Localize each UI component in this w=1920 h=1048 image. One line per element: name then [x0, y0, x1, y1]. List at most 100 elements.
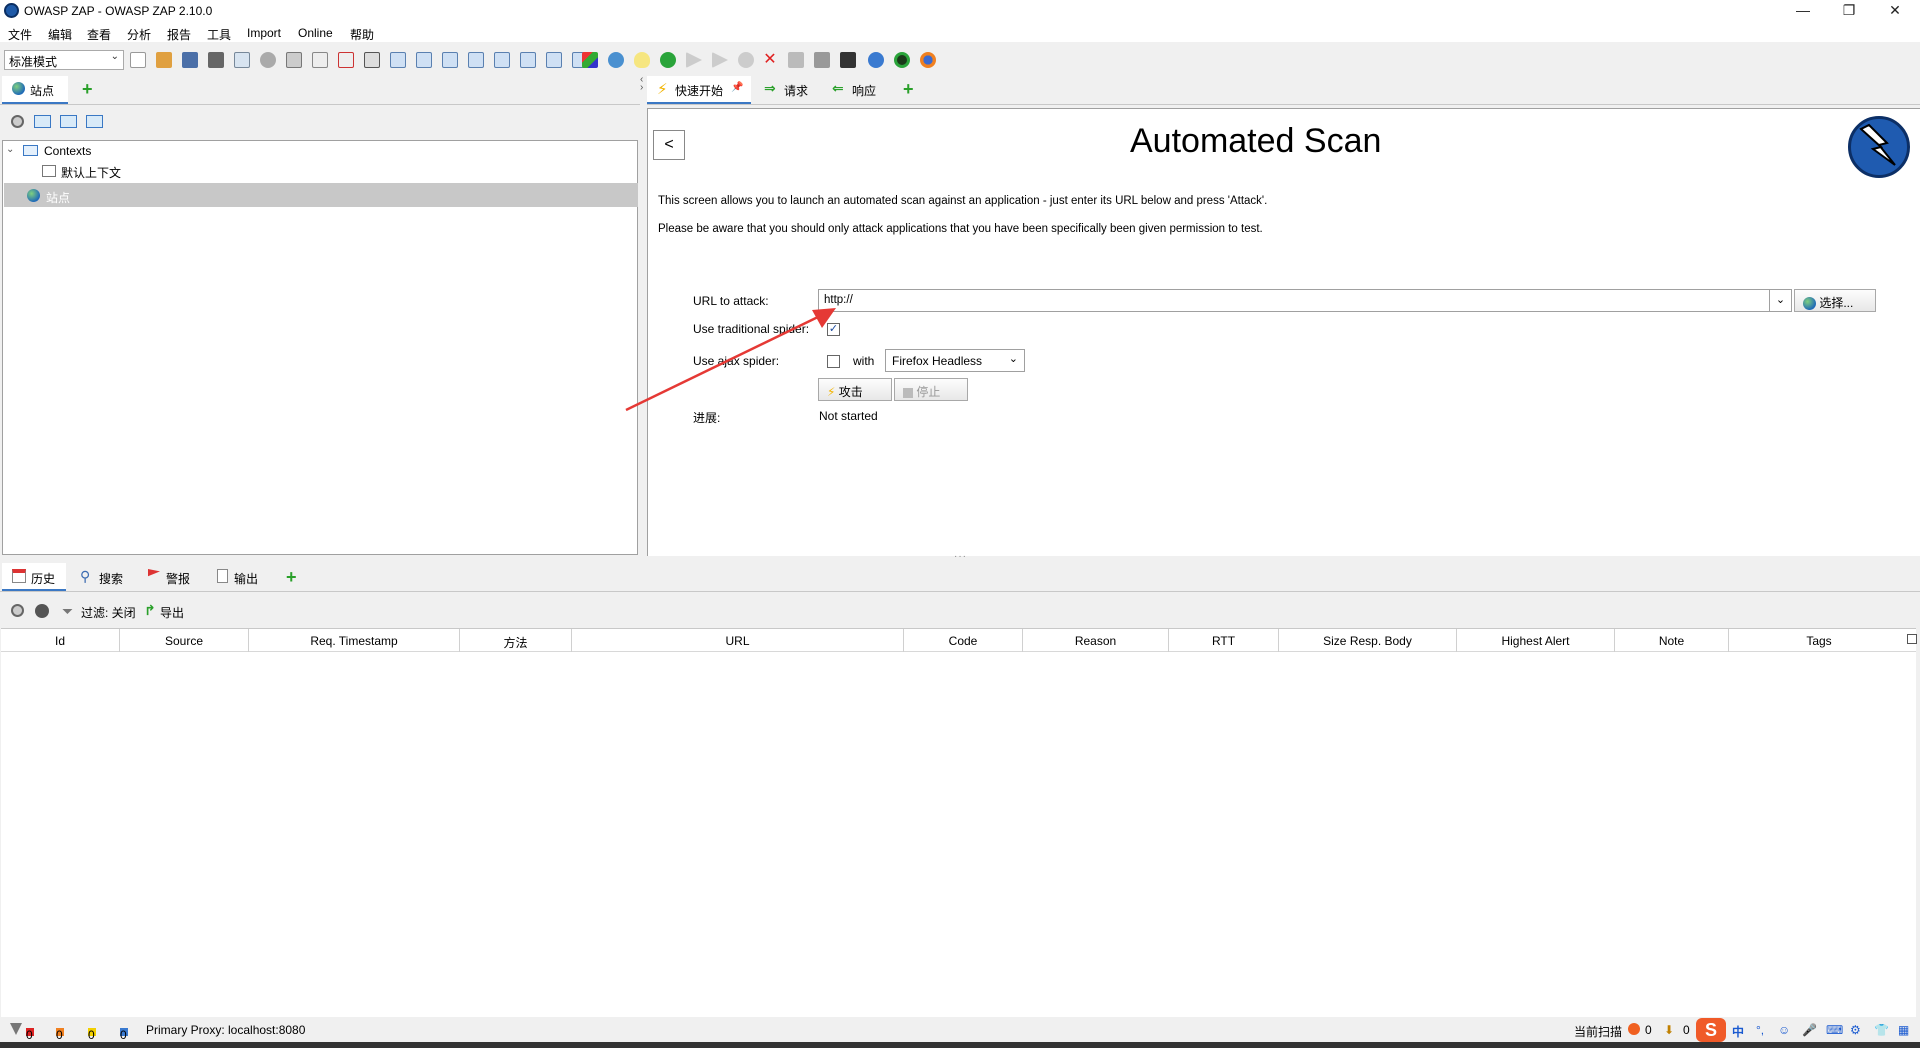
- menu-online[interactable]: Online: [298, 26, 333, 40]
- browser-select[interactable]: Firefox Headless ⌄: [885, 349, 1025, 372]
- column-code[interactable]: Code: [904, 634, 1022, 648]
- add-tab-icon[interactable]: +: [903, 80, 914, 98]
- menu-help[interactable]: 帮助: [350, 26, 374, 43]
- menu-report[interactable]: 报告: [167, 26, 191, 43]
- hud-icon[interactable]: [894, 52, 910, 68]
- stop-button[interactable]: 停止: [894, 378, 968, 401]
- delete-icon[interactable]: [338, 52, 354, 68]
- tab-response[interactable]: 响应: [852, 82, 876, 99]
- chevron-down-icon[interactable]: ⌄: [6, 144, 14, 155]
- layout-tabs-icon[interactable]: [416, 52, 432, 68]
- save-session-icon[interactable]: [182, 52, 198, 68]
- menu-edit[interactable]: 编辑: [48, 26, 72, 43]
- column-url[interactable]: URL: [572, 634, 903, 648]
- tree-contexts[interactable]: Contexts: [44, 144, 91, 158]
- column-chooser-icon[interactable]: [1907, 634, 1917, 644]
- help-icon[interactable]: [868, 52, 884, 68]
- chevron-down-icon[interactable]: ⌄: [1769, 290, 1791, 311]
- stop-icon[interactable]: [11, 604, 24, 617]
- tab-request[interactable]: 请求: [784, 82, 808, 99]
- tab-alerts[interactable]: 警报: [166, 570, 190, 587]
- filter-label[interactable]: 过滤: 关闭: [81, 604, 136, 621]
- show-tab-names-icon[interactable]: [520, 52, 536, 68]
- new-session-icon[interactable]: [130, 52, 146, 68]
- lightbulb-icon[interactable]: [634, 52, 650, 68]
- history-table-header: Id Source Req. Timestamp 方法 URL Code Rea…: [1, 628, 1917, 653]
- tree-default-context[interactable]: 默认上下文: [61, 164, 121, 181]
- column-id[interactable]: Id: [1, 634, 119, 648]
- add-break-icon[interactable]: [788, 52, 804, 68]
- menu-tools[interactable]: 工具: [207, 26, 231, 43]
- column-reason[interactable]: Reason: [1023, 634, 1168, 648]
- splitter-grip-icon[interactable]: ···: [954, 551, 967, 562]
- tab-output[interactable]: 输出: [234, 570, 258, 587]
- minimize-button[interactable]: —: [1780, 0, 1826, 22]
- layout-side-icon[interactable]: [442, 52, 458, 68]
- stop-icon[interactable]: [11, 115, 24, 128]
- snapshot-icon[interactable]: [208, 52, 224, 68]
- edit-icon[interactable]: [312, 52, 328, 68]
- toolbox-icon[interactable]: ⚙: [1850, 1023, 1861, 1037]
- filter-icon[interactable]: ⏷: [62, 603, 73, 620]
- emoji-icon[interactable]: ☺: [1778, 1023, 1790, 1037]
- microphone-icon[interactable]: 🎤: [1802, 1023, 1817, 1037]
- clear-breaks-icon[interactable]: ✕: [762, 52, 778, 68]
- layout-full-icon[interactable]: [390, 52, 406, 68]
- column-timestamp[interactable]: Req. Timestamp: [249, 634, 459, 648]
- export-icon[interactable]: [286, 52, 302, 68]
- url-input[interactable]: http:// ⌄: [818, 289, 1792, 312]
- column-source[interactable]: Source: [120, 634, 248, 648]
- break-all-icon[interactable]: [660, 52, 676, 68]
- download-icon: ⬇: [1664, 1023, 1675, 1037]
- pin-tabs-icon[interactable]: [546, 52, 562, 68]
- column-size[interactable]: Size Resp. Body: [1279, 634, 1456, 648]
- punctuation-icon[interactable]: °,: [1756, 1023, 1764, 1037]
- keyboard-icon[interactable]: ⌨: [1826, 1023, 1843, 1037]
- color-blocks-icon[interactable]: [582, 52, 598, 68]
- column-highest-alert[interactable]: Highest Alert: [1457, 634, 1614, 648]
- ime-lang[interactable]: 中: [1732, 1023, 1744, 1040]
- grid-menu-icon[interactable]: ▦: [1898, 1023, 1909, 1037]
- session-properties-icon[interactable]: [234, 52, 250, 68]
- export-label[interactable]: 导出: [160, 604, 184, 621]
- select-url-button[interactable]: 选择...: [1794, 289, 1876, 312]
- close-button[interactable]: ✕: [1872, 0, 1918, 22]
- menu-file[interactable]: 文件: [8, 26, 32, 43]
- menu-import[interactable]: Import: [247, 26, 281, 40]
- export-context-icon[interactable]: [86, 115, 103, 128]
- open-session-icon[interactable]: [156, 52, 172, 68]
- options-gear-icon[interactable]: [260, 52, 276, 68]
- column-tags[interactable]: Tags: [1729, 634, 1909, 648]
- column-method[interactable]: 方法: [460, 634, 571, 651]
- back-button[interactable]: <: [653, 130, 685, 160]
- menu-view[interactable]: 查看: [87, 26, 111, 43]
- layout-bottom-icon[interactable]: [468, 52, 484, 68]
- import-context-icon[interactable]: [60, 115, 77, 128]
- new-context-icon[interactable]: [34, 115, 51, 128]
- scope-icon[interactable]: [35, 604, 49, 618]
- terminal-icon[interactable]: [840, 52, 856, 68]
- column-note[interactable]: Note: [1615, 634, 1728, 648]
- tab-search[interactable]: 搜索: [99, 570, 123, 587]
- mode-select[interactable]: 标准模式 ⌄: [4, 50, 124, 70]
- layout-icon[interactable]: [364, 52, 380, 68]
- maximize-button[interactable]: ❐: [1826, 0, 1872, 22]
- column-rtt[interactable]: RTT: [1169, 634, 1278, 648]
- tab-quick-start-label: 快速开始: [675, 84, 724, 98]
- alert-low-count: 0: [88, 1028, 95, 1042]
- scope-icon[interactable]: [608, 52, 624, 68]
- menu-analyse[interactable]: 分析: [127, 26, 151, 43]
- firefox-icon[interactable]: [920, 52, 936, 68]
- pin-icon[interactable]: 📌: [731, 82, 743, 93]
- chevron-down-icon: ⌄: [1008, 353, 1018, 365]
- add-tab-icon[interactable]: +: [286, 568, 297, 586]
- drop-icon[interactable]: [738, 52, 754, 68]
- skin-icon[interactable]: 👕: [1874, 1023, 1889, 1037]
- show-tabs-icon[interactable]: [494, 52, 510, 68]
- add-tab-icon[interactable]: +: [82, 80, 93, 98]
- tree-sites[interactable]: 站点: [46, 189, 70, 206]
- collapse-arrows-icon[interactable]: ‹ ›: [640, 75, 643, 93]
- scan-policy-icon[interactable]: [814, 52, 830, 68]
- history-table-body[interactable]: [1, 652, 1916, 1017]
- sogou-ime-icon[interactable]: S: [1696, 1018, 1726, 1042]
